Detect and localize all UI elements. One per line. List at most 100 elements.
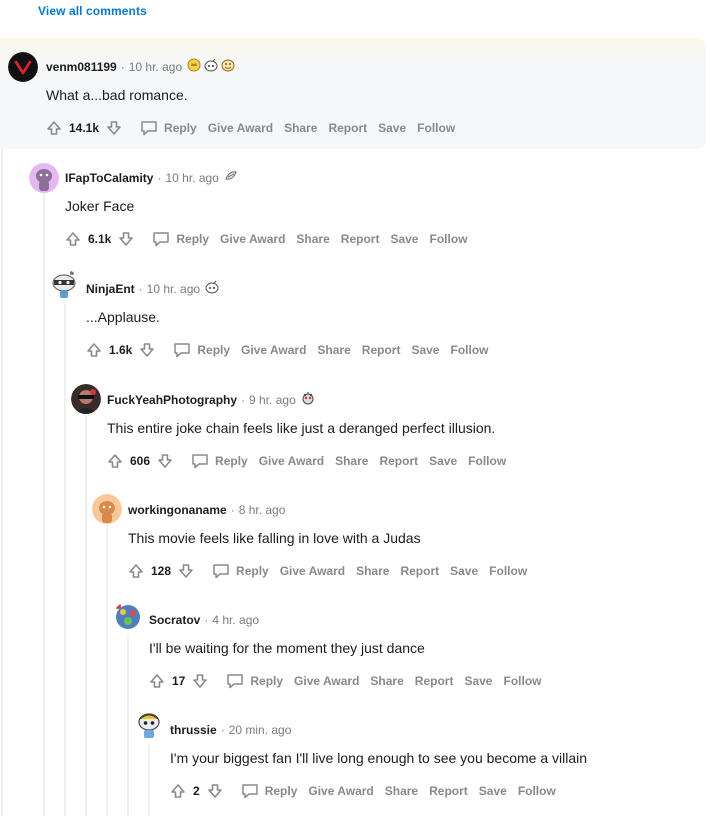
share-button[interactable]: Share	[356, 564, 389, 578]
follow-button[interactable]: Follow	[450, 343, 488, 357]
share-button[interactable]: Share	[317, 343, 350, 357]
report-button[interactable]: Report	[328, 121, 367, 135]
view-all-comments-link[interactable]: View all comments	[38, 4, 147, 18]
wholesome-award-icon[interactable]	[221, 58, 235, 76]
report-button[interactable]: Report	[341, 232, 380, 246]
upvote-icon[interactable]	[65, 231, 81, 247]
timestamp[interactable]: 4 hr. ago	[212, 612, 259, 628]
reply-button[interactable]: Reply	[173, 342, 230, 358]
reply-button[interactable]: Reply	[140, 120, 197, 136]
report-button[interactable]: Report	[429, 784, 468, 798]
timestamp[interactable]: 8 hr. ago	[239, 502, 286, 518]
share-button[interactable]: Share	[284, 121, 317, 135]
save-button[interactable]: Save	[378, 121, 406, 135]
reply-label: Reply	[264, 784, 298, 798]
username-link[interactable]: NinjaEnt	[86, 281, 135, 297]
give-award-button[interactable]: Give Award	[259, 454, 324, 468]
follow-button[interactable]: Follow	[518, 784, 556, 798]
gold-award-icon[interactable]	[187, 58, 201, 76]
thread-line-5[interactable]	[106, 525, 108, 816]
downvote-icon[interactable]	[178, 563, 194, 579]
thread-line-4[interactable]	[85, 415, 87, 816]
upvote-icon[interactable]	[46, 120, 62, 136]
username-link[interactable]: FuckYeahPhotography	[107, 392, 237, 408]
reply-button[interactable]: Reply	[191, 453, 248, 469]
give-award-button[interactable]: Give Award	[208, 121, 273, 135]
thread-line-root[interactable]	[1, 149, 3, 816]
follow-button[interactable]: Follow	[489, 564, 527, 578]
helpful-award-icon[interactable]	[204, 58, 218, 76]
downvote-icon[interactable]	[157, 453, 173, 469]
awards-list[interactable]	[224, 169, 238, 187]
username-link[interactable]: IFapToCalamity	[65, 170, 153, 186]
share-button[interactable]: Share	[385, 784, 418, 798]
reply-label: Reply	[197, 343, 231, 357]
share-button[interactable]: Share	[370, 674, 403, 688]
follow-button[interactable]: Follow	[429, 232, 467, 246]
follow-button[interactable]: Follow	[503, 674, 541, 688]
downvote-icon[interactable]	[207, 783, 223, 799]
follow-button[interactable]: Follow	[417, 121, 455, 135]
timestamp[interactable]: 10 hr. ago	[129, 59, 182, 75]
downvote-icon[interactable]	[139, 342, 155, 358]
downvote-icon[interactable]	[106, 120, 122, 136]
upvote-icon[interactable]	[107, 453, 123, 469]
reply-button[interactable]: Reply	[152, 231, 209, 247]
user-avatar[interactable]	[49, 269, 79, 299]
save-button[interactable]: Save	[464, 674, 492, 688]
thread-line-7[interactable]	[148, 745, 150, 816]
user-avatar[interactable]	[71, 384, 101, 414]
silver-award-icon[interactable]	[224, 169, 238, 187]
user-avatar[interactable]	[92, 494, 122, 524]
give-award-button[interactable]: Give Award	[241, 343, 306, 357]
reply-button[interactable]: Reply	[226, 673, 283, 689]
user-avatar[interactable]	[8, 52, 38, 82]
report-button[interactable]: Report	[362, 343, 401, 357]
username-link[interactable]: thrussie	[170, 722, 217, 738]
report-button[interactable]: Report	[400, 564, 439, 578]
user-avatar[interactable]	[134, 709, 164, 739]
save-button[interactable]: Save	[411, 343, 439, 357]
thread-line-3[interactable]	[64, 304, 66, 816]
comment-actions: 1.6k Reply Give Award Share Report Save Follow	[86, 340, 488, 360]
awards-list[interactable]	[301, 391, 315, 409]
save-button[interactable]: Save	[479, 784, 507, 798]
follow-button[interactable]: Follow	[468, 454, 506, 468]
thread-line-2[interactable]	[43, 193, 45, 816]
username-link[interactable]: workingonaname	[128, 502, 227, 518]
upvote-icon[interactable]	[86, 342, 102, 358]
reply-button[interactable]: Reply	[212, 563, 269, 579]
upvote-icon[interactable]	[128, 563, 144, 579]
downvote-icon[interactable]	[192, 673, 208, 689]
report-button[interactable]: Report	[379, 454, 418, 468]
downvote-icon[interactable]	[118, 231, 134, 247]
username-link[interactable]: Socratov	[149, 612, 200, 628]
timestamp[interactable]: 10 hr. ago	[165, 170, 218, 186]
awards-list[interactable]	[205, 280, 219, 298]
user-avatar[interactable]	[29, 163, 59, 193]
timestamp[interactable]: 9 hr. ago	[249, 392, 296, 408]
timestamp[interactable]: 20 min. ago	[229, 722, 292, 738]
give-award-button[interactable]: Give Award	[308, 784, 373, 798]
awards-list[interactable]	[187, 58, 235, 76]
rocket-like-award-icon[interactable]	[301, 391, 315, 409]
reply-icon	[226, 673, 250, 689]
give-award-button[interactable]: Give Award	[294, 674, 359, 688]
share-button[interactable]: Share	[335, 454, 368, 468]
helpful-award-icon[interactable]	[205, 280, 219, 298]
timestamp[interactable]: 10 hr. ago	[147, 281, 200, 297]
report-button[interactable]: Report	[415, 674, 454, 688]
reply-button[interactable]: Reply	[241, 783, 298, 799]
save-button[interactable]: Save	[429, 454, 457, 468]
username-link[interactable]: venm081199	[46, 59, 117, 75]
thread-line-6[interactable]	[127, 635, 129, 816]
reply-label: Reply	[215, 454, 248, 468]
give-award-button[interactable]: Give Award	[220, 232, 285, 246]
upvote-icon[interactable]	[170, 783, 186, 799]
upvote-icon[interactable]	[149, 673, 165, 689]
user-avatar[interactable]	[113, 602, 143, 632]
save-button[interactable]: Save	[450, 564, 478, 578]
share-button[interactable]: Share	[296, 232, 329, 246]
give-award-button[interactable]: Give Award	[280, 564, 345, 578]
save-button[interactable]: Save	[390, 232, 418, 246]
